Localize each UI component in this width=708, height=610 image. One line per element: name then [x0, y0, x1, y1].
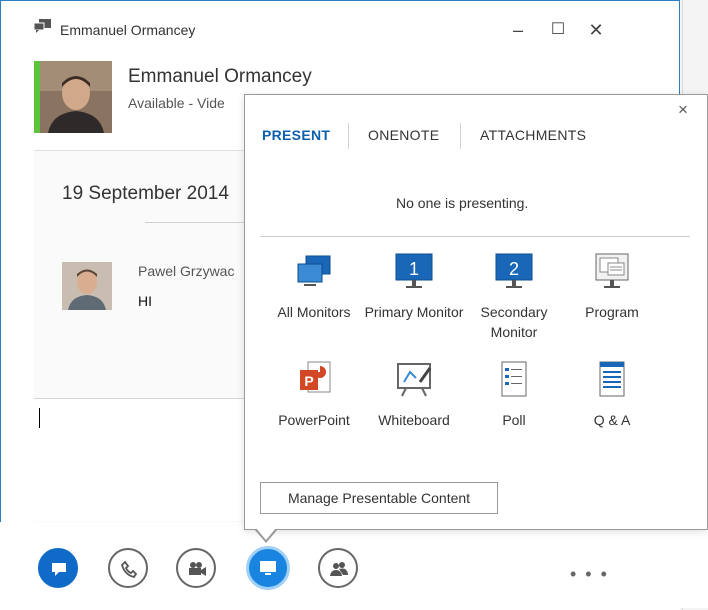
more-options-button[interactable]: • • •	[570, 564, 609, 585]
close-button[interactable]: ✕	[584, 18, 608, 42]
window-title: Emmanuel Ormancey	[60, 22, 196, 38]
sender-avatar	[62, 262, 112, 310]
participants-button[interactable]	[318, 548, 358, 588]
call-icon	[120, 560, 138, 579]
tab-onenote[interactable]: ONENOTE	[368, 127, 439, 143]
whiteboard-option[interactable]: Whiteboard	[364, 360, 464, 430]
call-button[interactable]	[108, 548, 148, 588]
powerpoint-icon: P	[300, 361, 331, 393]
text-caret	[39, 408, 40, 428]
program-option[interactable]: Program	[562, 252, 662, 322]
popup-close-button[interactable]: ×	[678, 100, 688, 120]
secondary-monitor-icon: 2	[495, 253, 533, 288]
qa-icon	[599, 361, 625, 397]
message-text: HI	[138, 293, 152, 309]
poll-icon	[501, 361, 527, 397]
contact-name[interactable]: Emmanuel Ormancey	[128, 66, 312, 88]
video-button[interactable]	[176, 548, 216, 588]
conversation-date: 19 September 2014	[62, 183, 229, 204]
minimize-button[interactable]: –	[506, 18, 530, 42]
contact-avatar[interactable]	[40, 61, 112, 133]
all-monitors-icon	[297, 255, 331, 286]
im-icon	[52, 563, 66, 576]
tab-divider	[348, 123, 349, 149]
presenting-status: No one is presenting.	[396, 195, 529, 211]
present-icon	[260, 561, 276, 575]
message-sender: Pawel Grzywac	[138, 263, 235, 279]
svg-text:2: 2	[509, 259, 519, 279]
popup-divider	[260, 236, 690, 237]
all-monitors-option[interactable]: All Monitors	[264, 252, 364, 322]
conversation-icon	[34, 19, 51, 33]
qa-option[interactable]: Q & A	[562, 360, 662, 430]
contact-status: Available - Vide	[128, 95, 225, 111]
maximize-button[interactable]: ☐	[546, 18, 570, 42]
tab-divider	[460, 123, 461, 149]
tab-present[interactable]: PRESENT	[262, 127, 330, 143]
program-icon	[595, 253, 629, 288]
manage-presentable-content-button[interactable]: Manage Presentable Content	[260, 482, 498, 514]
secondary-monitor-option[interactable]: 2 Secondary Monitor	[464, 252, 564, 342]
tab-attachments[interactable]: ATTACHMENTS	[480, 127, 586, 143]
svg-text:1: 1	[409, 259, 419, 279]
powerpoint-option[interactable]: P PowerPoint	[264, 360, 364, 430]
im-button[interactable]	[38, 548, 78, 588]
svg-text:P: P	[304, 373, 313, 389]
primary-monitor-option[interactable]: 1 Primary Monitor	[364, 252, 464, 322]
video-icon	[189, 562, 206, 576]
participants-icon	[330, 562, 348, 576]
poll-option[interactable]: Poll	[464, 360, 564, 430]
primary-monitor-icon: 1	[395, 253, 433, 288]
whiteboard-icon	[397, 363, 432, 397]
present-button[interactable]	[246, 546, 290, 590]
